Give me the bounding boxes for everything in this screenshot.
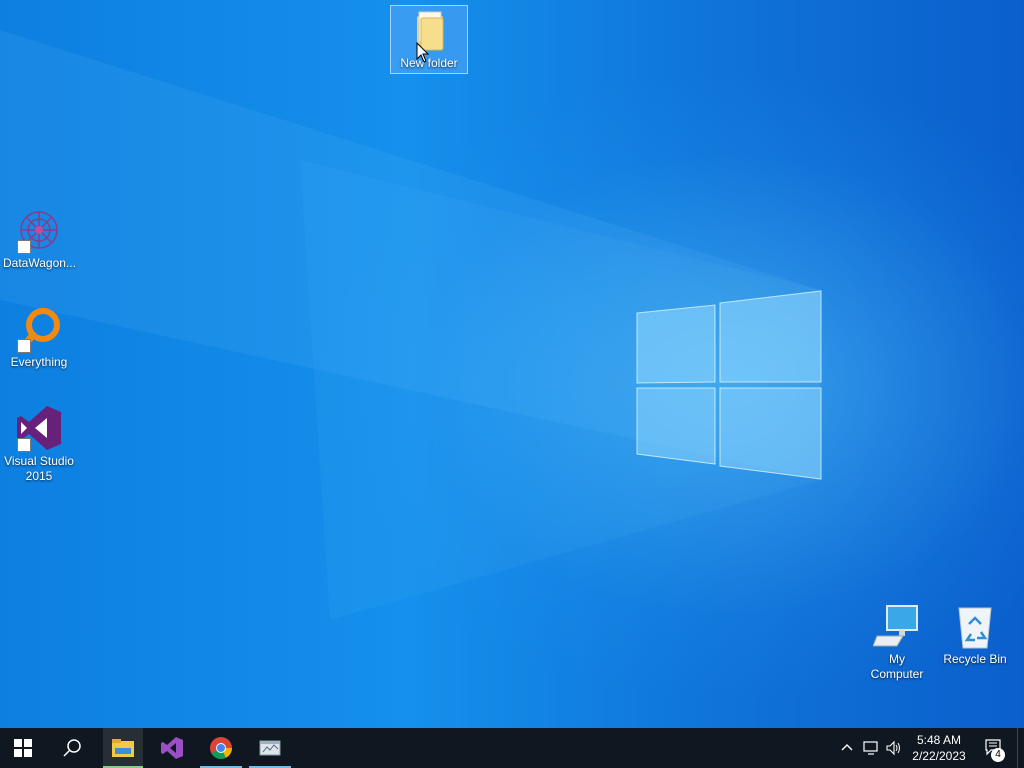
- desktop[interactable]: New folder DataWagon... Everything Visua…: [0, 0, 1024, 728]
- desktop-icon-datawagon[interactable]: DataWagon...: [1, 206, 77, 271]
- desktop-icon-everything[interactable]: Everything: [1, 305, 77, 370]
- chrome-icon: [210, 737, 232, 759]
- desktop-icon-recycle-bin[interactable]: Recycle Bin: [937, 602, 1013, 667]
- show-hidden-icons-chevron-icon[interactable]: [839, 740, 855, 756]
- mouse-cursor-icon: [416, 42, 430, 63]
- search-button[interactable]: [49, 728, 95, 768]
- shortcut-arrow-icon: [17, 339, 31, 353]
- notification-count-badge: 4: [991, 748, 1005, 762]
- taskbar-chrome[interactable]: [198, 728, 244, 768]
- windows-logo-icon: [14, 739, 32, 757]
- clock-time: 5:48 AM: [916, 733, 962, 747]
- datawagon-icon: [15, 206, 63, 254]
- recycle-bin-icon: [951, 602, 999, 650]
- desktop-icon-visual-studio[interactable]: Visual Studio 2015: [1, 404, 77, 484]
- show-desktop-button[interactable]: [1017, 728, 1024, 768]
- desktop-icon-label: Everything: [10, 355, 68, 369]
- shortcut-arrow-icon: [17, 240, 31, 254]
- network-icon[interactable]: [863, 740, 879, 756]
- desktop-icon-label: My Computer: [870, 652, 924, 681]
- desktop-icon-label: DataWagon...: [3, 256, 76, 270]
- everything-search-icon: [15, 305, 63, 353]
- computer-icon: [872, 602, 921, 650]
- shortcut-arrow-icon: [17, 438, 31, 452]
- desktop-icon-label: Visual Studio 2015: [4, 454, 74, 483]
- start-button[interactable]: [0, 728, 46, 768]
- window-app-icon: [259, 740, 281, 756]
- taskbar-visual-studio[interactable]: [149, 728, 195, 768]
- clock[interactable]: 5:48 AM 2/22/2023: [900, 728, 978, 768]
- desktop-icon-label: Recycle Bin: [943, 652, 1007, 666]
- taskbar-app-window[interactable]: [247, 728, 293, 768]
- folder-icon: [112, 739, 134, 757]
- taskbar-file-explorer[interactable]: [103, 728, 143, 768]
- search-icon: [63, 739, 81, 757]
- visual-studio-icon: [15, 404, 63, 452]
- visual-studio-icon: [161, 737, 183, 759]
- desktop-icon-my-computer[interactable]: My Computer: [859, 602, 935, 682]
- taskbar: 5:48 AM 2/22/2023: [0, 728, 1024, 768]
- clock-date: 2/22/2023: [912, 749, 966, 763]
